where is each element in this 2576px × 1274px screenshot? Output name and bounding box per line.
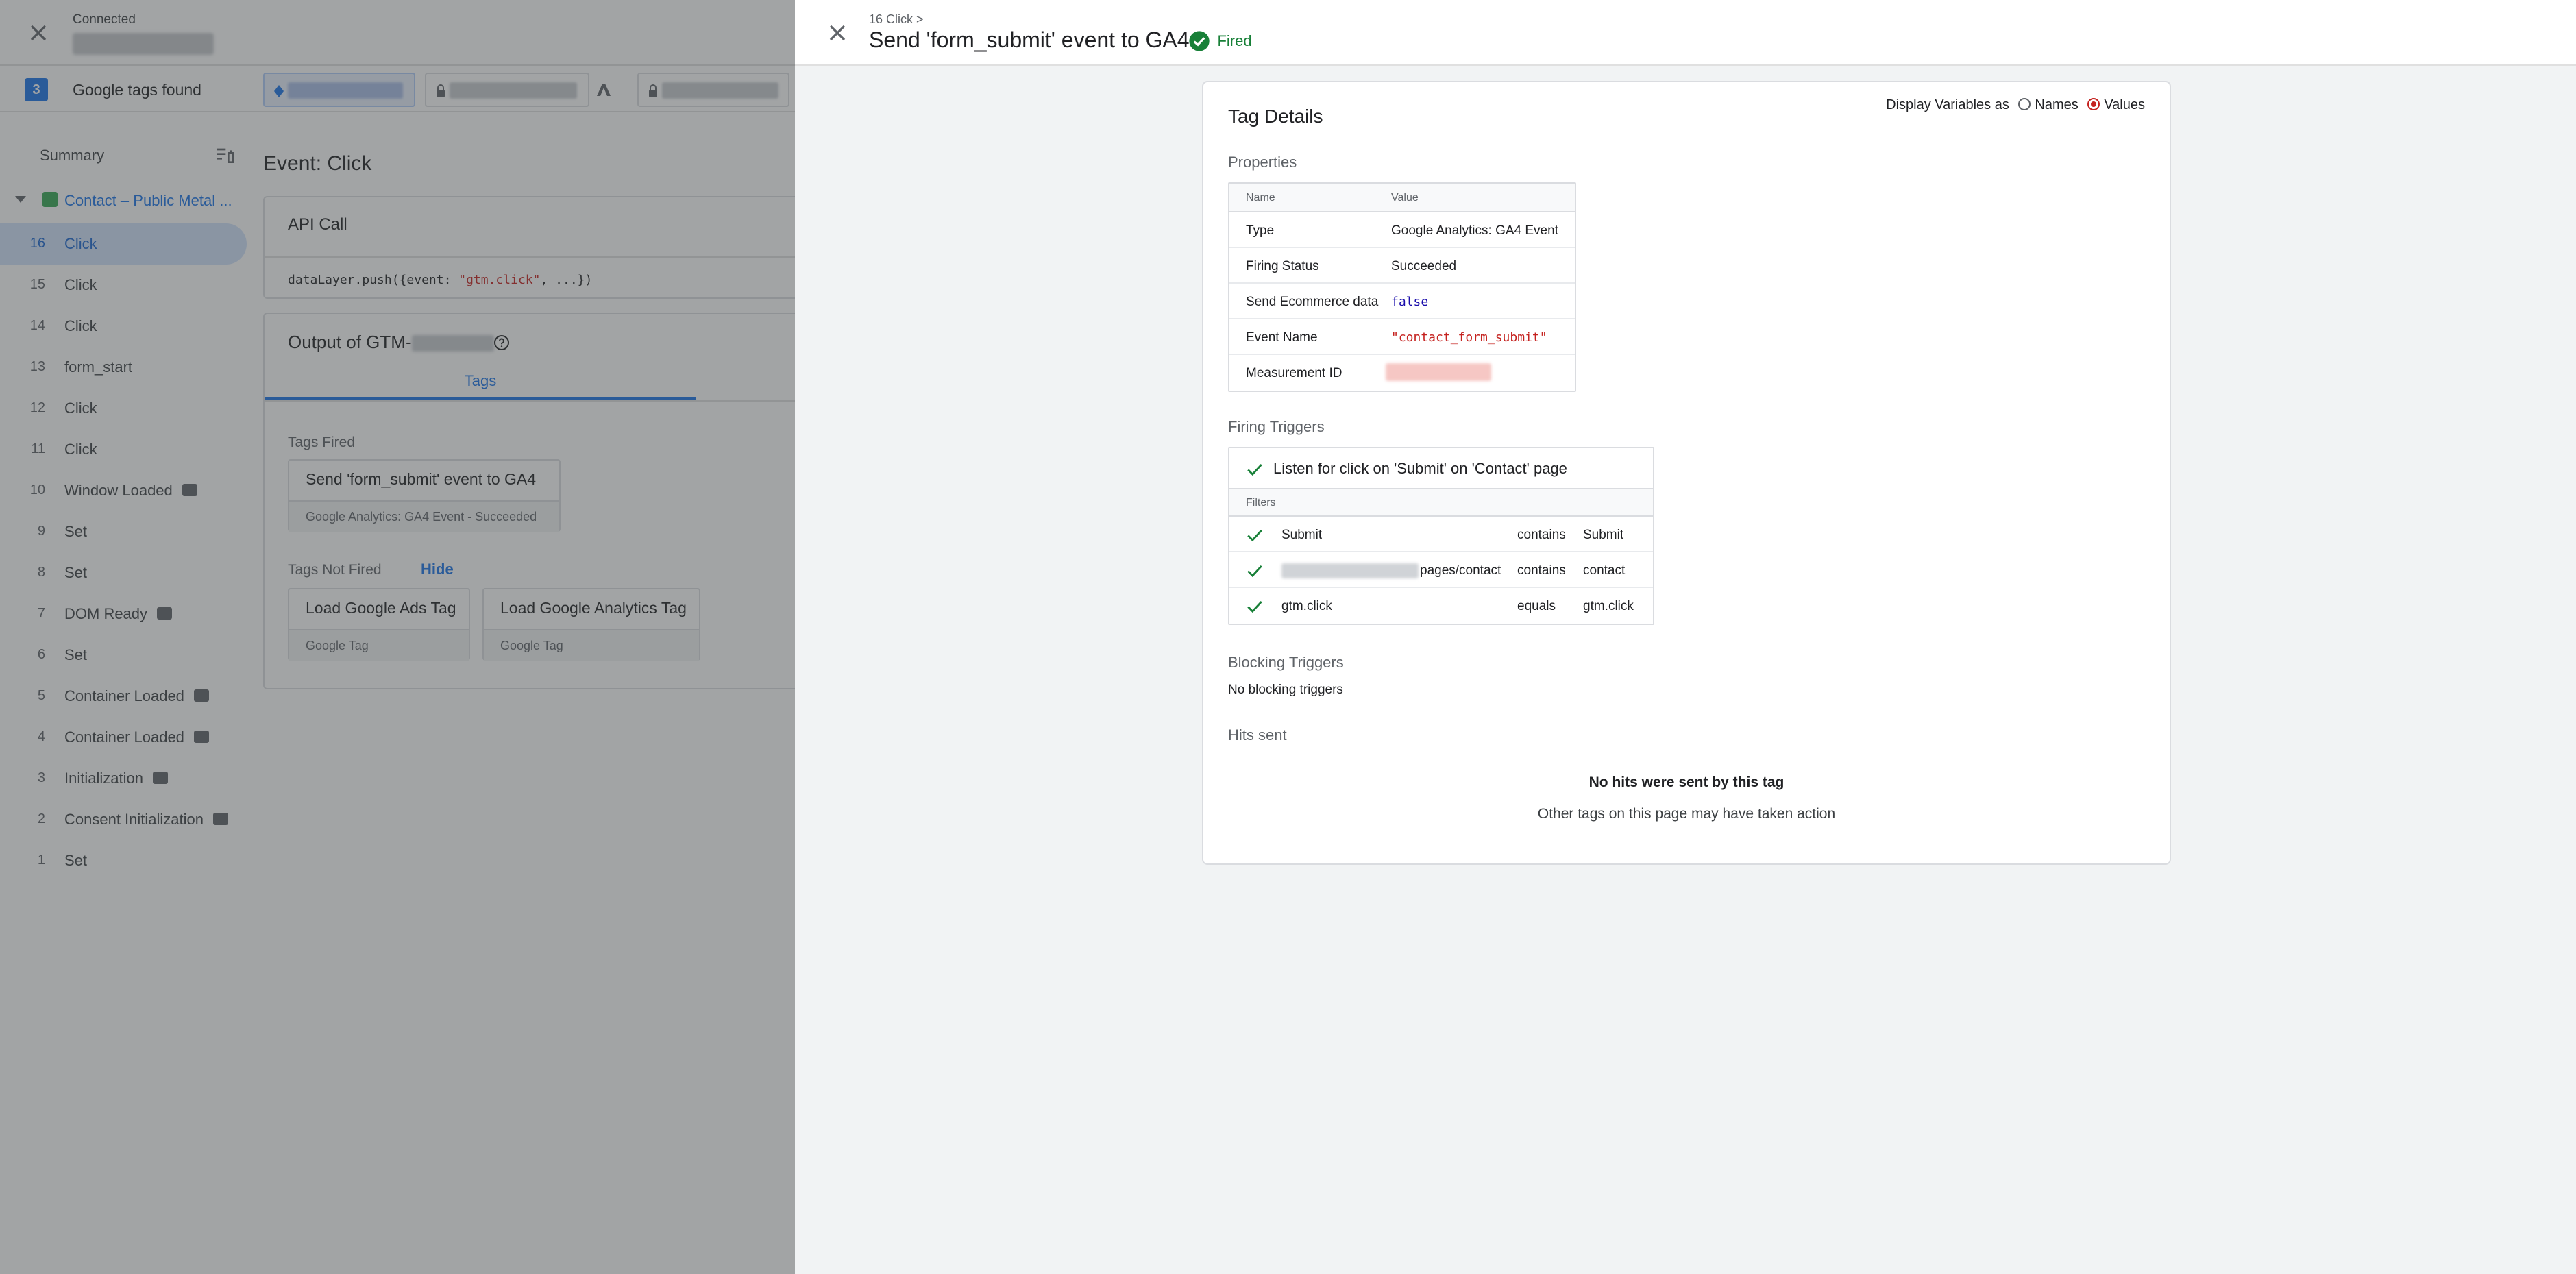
filter-value: gtm.click	[1583, 599, 1634, 613]
status-badge: Fired	[1188, 30, 1252, 53]
filters-label: Filters	[1246, 497, 1276, 509]
radio-names[interactable]: Names	[2018, 97, 2078, 113]
redacted-url	[1281, 563, 1419, 578]
filter-operator: equals	[1517, 599, 1556, 613]
check-icon	[1247, 464, 1262, 476]
close-panel-icon[interactable]	[824, 19, 851, 47]
filter-operator: contains	[1517, 528, 1566, 542]
status-label: Fired	[1217, 32, 1252, 49]
filter-row: pages/contact contains contact	[1229, 552, 1653, 588]
properties-label: Properties	[1228, 154, 1297, 171]
check-circle-icon	[1189, 31, 1210, 51]
redacted-measurement-id	[1386, 363, 1491, 381]
trigger-row[interactable]: Listen for click on 'Submit' on 'Contact…	[1229, 448, 1653, 489]
filter-row: Submit contains Submit	[1229, 517, 1653, 552]
filter-variable: Submit	[1281, 528, 1323, 542]
panel-header: 16 Click > Send 'form_submit' event to G…	[795, 0, 2576, 66]
radio-values-label: Values	[2104, 97, 2145, 112]
property-name: Measurement ID	[1246, 366, 1342, 380]
blocking-triggers-label: Blocking Triggers	[1228, 654, 1344, 671]
panel-title: Send 'form_submit' event to GA4	[869, 27, 1190, 52]
property-name: Firing Status	[1246, 259, 1319, 273]
filter-variable: pages/contact	[1281, 563, 1501, 578]
property-row: Firing Status Succeeded	[1229, 248, 1575, 284]
property-name: Event Name	[1246, 330, 1318, 345]
property-row: Send Ecommerce data false	[1229, 284, 1575, 319]
tag-details-panel: 16 Click > Send 'form_submit' event to G…	[795, 0, 2576, 1274]
col-value: Value	[1391, 192, 1419, 204]
trigger-name: Listen for click on 'Submit' on 'Contact…	[1273, 460, 1567, 477]
filters-header: Filters	[1229, 489, 1653, 517]
properties-table: Name Value Type Google Analytics: GA4 Eve…	[1228, 182, 1576, 392]
property-value: false	[1391, 295, 1429, 309]
property-value: Succeeded	[1391, 259, 1457, 273]
radio-values[interactable]: Values	[2087, 97, 2145, 113]
filter-operator: contains	[1517, 563, 1566, 578]
property-name: Type	[1246, 223, 1275, 238]
details-title: Tag Details	[1228, 106, 1323, 127]
radio-values-circle[interactable]	[2087, 97, 2100, 110]
filter-row: gtm.click equals gtm.click	[1229, 588, 1653, 624]
property-row: Type Google Analytics: GA4 Event	[1229, 212, 1575, 248]
hits-sent-label: Hits sent	[1228, 726, 1287, 744]
no-hits-subtitle: Other tags on this page may have taken a…	[1537, 806, 1836, 822]
col-name: Name	[1246, 192, 1275, 204]
filter-variable: gtm.click	[1281, 599, 1332, 613]
tag-details-card: Tag Details Display Variables as Names V…	[1202, 81, 2171, 865]
property-value: Google Analytics: GA4 Event	[1391, 223, 1558, 238]
property-row: Measurement ID	[1229, 355, 1575, 391]
property-row: Event Name "contact_form_submit"	[1229, 319, 1575, 355]
display-variables-label: Display Variables as	[1886, 97, 2009, 112]
modal-backdrop[interactable]	[0, 0, 795, 1274]
firing-triggers-table: Listen for click on 'Submit' on 'Contact…	[1228, 447, 1654, 625]
properties-header: Name Value	[1229, 184, 1575, 212]
firing-triggers-label: Firing Triggers	[1228, 418, 1325, 435]
no-blocking-text: No blocking triggers	[1228, 683, 1343, 697]
property-name: Send Ecommerce data	[1246, 295, 1379, 309]
breadcrumb[interactable]: 16 Click >	[869, 12, 924, 27]
check-icon	[1247, 565, 1262, 578]
check-icon	[1247, 530, 1262, 542]
check-icon	[1247, 601, 1262, 613]
display-variables-toggle: Display Variables as Names Values	[1886, 97, 2145, 113]
property-value: "contact_form_submit"	[1391, 330, 1547, 345]
radio-names-circle[interactable]	[2018, 97, 2031, 110]
filter-value: contact	[1583, 563, 1626, 578]
filter-value: Submit	[1583, 528, 1624, 542]
no-hits-title: No hits were sent by this tag	[1588, 774, 1784, 790]
radio-names-label: Names	[2035, 97, 2078, 112]
